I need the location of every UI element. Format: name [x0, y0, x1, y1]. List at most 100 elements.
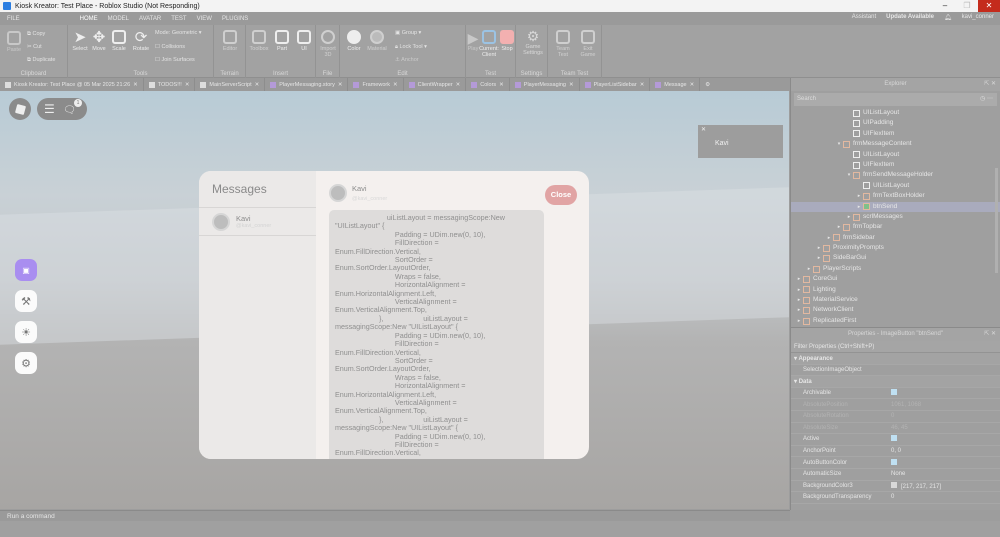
- scale-tool[interactable]: Scale: [110, 30, 128, 52]
- expand-arrow-icon[interactable]: ▸: [855, 191, 863, 201]
- explorer-item[interactable]: ▸ scrlMessages: [791, 212, 1000, 222]
- doc-tab-playermessaging-story[interactable]: PlayerMessaging.story ✕: [265, 78, 349, 91]
- hamburger-menu-icon[interactable]: ☰: [44, 102, 55, 116]
- tab-settings-icon[interactable]: ⚙: [700, 78, 715, 91]
- doc-tab-playermessaging[interactable]: PlayerMessaging ✕: [510, 78, 580, 91]
- stop-button[interactable]: Stop: [499, 30, 515, 52]
- duplicate-button[interactable]: ⧉ Duplicate: [27, 57, 55, 64]
- property-row[interactable]: BackgroundTransparency 0: [791, 492, 1000, 504]
- rotate-tool[interactable]: ⟳ Rotate: [130, 30, 152, 53]
- checkbox[interactable]: [891, 389, 897, 396]
- cut-button[interactable]: ✂ Cut: [27, 44, 42, 50]
- game-settings-button[interactable]: ⚙ Game Settings: [520, 28, 546, 56]
- expand-arrow-icon[interactable]: ▸: [835, 222, 843, 232]
- filter-properties-input[interactable]: Filter Properties (Ctrl+Shift+P): [791, 341, 1000, 353]
- minimize-button[interactable]: –: [934, 0, 956, 12]
- import-3d-button[interactable]: Import 3D: [318, 30, 338, 58]
- explorer-item[interactable]: ▸ frmTextBoxHolder: [791, 191, 1000, 201]
- copy-button[interactable]: ⧉ Copy: [27, 31, 45, 38]
- explorer-item[interactable]: ▸ ReplicatedFirst: [791, 316, 1000, 326]
- team-test-button[interactable]: Team Test: [551, 30, 575, 58]
- select-tool[interactable]: ➤ Select: [71, 30, 89, 53]
- expand-arrow-icon[interactable]: ▸: [795, 274, 803, 284]
- property-category[interactable]: ▾ Appearance: [791, 353, 1000, 365]
- property-row[interactable]: BackgroundColor3 [217, 217, 217]: [791, 481, 1000, 493]
- property-row[interactable]: AbsoluteRotation 0: [791, 411, 1000, 423]
- part-button[interactable]: Part: [272, 30, 292, 52]
- maximize-button[interactable]: ❐: [956, 0, 978, 12]
- expand-arrow-icon[interactable]: ▾: [835, 139, 843, 149]
- expand-arrow-icon[interactable]: ▸: [815, 253, 823, 263]
- doc-tab-place[interactable]: Kiosk Kreator: Test Place @ 05 Mar 2025 …: [0, 78, 144, 91]
- explorer-item[interactable]: UIListLayout: [791, 150, 1000, 160]
- property-row[interactable]: AnchorPoint 0, 0: [791, 446, 1000, 458]
- property-row[interactable]: AutoButtonColor: [791, 457, 1000, 469]
- play-button[interactable]: ▶ Play: [466, 30, 480, 52]
- command-bar-input[interactable]: Run a command: [0, 510, 790, 521]
- property-value[interactable]: 0: [891, 413, 894, 419]
- conversation-item[interactable]: Kavi @kavi_conner: [199, 207, 316, 236]
- tab-model[interactable]: MODEL: [108, 16, 129, 22]
- doc-tab-colors[interactable]: Colors ✕: [466, 78, 510, 91]
- terrain-editor-button[interactable]: Editor: [220, 30, 240, 52]
- checkbox[interactable]: [891, 458, 897, 465]
- color-swatch[interactable]: [891, 481, 897, 488]
- property-row[interactable]: AbsoluteSize 46, 45: [791, 423, 1000, 435]
- property-row[interactable]: Active: [791, 434, 1000, 446]
- join-surfaces-checkbox[interactable]: ☐ Join Surfaces: [155, 57, 195, 63]
- close-panel-icon[interactable]: ⇱ ✕: [984, 328, 996, 341]
- property-value[interactable]: 0: [891, 494, 894, 500]
- explorer-item[interactable]: UIPadding: [791, 118, 1000, 128]
- doc-tab-clientwrapper[interactable]: ClientWrapper ✕: [404, 78, 467, 91]
- explorer-item[interactable]: ▸ Lighting: [791, 285, 1000, 295]
- checkbox[interactable]: [891, 435, 897, 442]
- group-button[interactable]: ▣ Group ▾: [395, 30, 421, 36]
- exit-game-button[interactable]: Exit Game: [576, 30, 600, 58]
- tab-plugins[interactable]: PLUGINS: [222, 16, 248, 22]
- property-value[interactable]: 0, 0: [891, 448, 901, 454]
- close-panel-icon[interactable]: ⇱ ✕: [984, 78, 996, 91]
- property-category[interactable]: ▾ Data: [791, 376, 1000, 388]
- expand-arrow-icon[interactable]: ▸: [825, 233, 833, 243]
- notifications-icon[interactable]: 🔔︎: [944, 14, 952, 21]
- explorer-item[interactable]: ▾ frmSendMessageHolder: [791, 170, 1000, 180]
- property-row[interactable]: Archivable: [791, 388, 1000, 400]
- history-icon[interactable]: ◷ ⋯: [980, 93, 993, 106]
- expand-arrow-icon[interactable]: ▸: [795, 285, 803, 295]
- property-row[interactable]: AutomaticSize None: [791, 469, 1000, 481]
- current-client-button[interactable]: Current: Client: [479, 30, 499, 58]
- game-viewport[interactable]: ☰ 🗨︎ 1 ▣ ⚒ ☀ ⚙ ✕ Kavi Messages Kavi @kavi…: [0, 91, 789, 509]
- hammer-sidebar-button[interactable]: ⚒: [15, 290, 37, 312]
- explorer-item[interactable]: UIListLayout: [791, 181, 1000, 191]
- expand-arrow-icon[interactable]: ▸: [805, 264, 813, 274]
- tab-avatar[interactable]: AVATAR: [139, 16, 161, 22]
- close-window-button[interactable]: ✕: [978, 0, 1000, 12]
- assistant-button[interactable]: Assistant: [852, 14, 876, 21]
- explorer-item[interactable]: ▸ SideBarGui: [791, 253, 1000, 263]
- explorer-item[interactable]: UIFlexItem: [791, 160, 1000, 170]
- lock-tool-button[interactable]: 🔒︎ Lock Tool ▾: [395, 44, 427, 51]
- explorer-item[interactable]: UIFlexItem: [791, 129, 1000, 139]
- move-tool[interactable]: ✥ Move: [90, 30, 108, 53]
- material-button[interactable]: Material: [366, 30, 388, 52]
- property-value[interactable]: None: [891, 471, 905, 477]
- expand-arrow-icon[interactable]: ▸: [815, 243, 823, 253]
- file-menu[interactable]: FILE: [7, 16, 20, 22]
- doc-tab-message[interactable]: Message ✕: [650, 78, 701, 91]
- explorer-item[interactable]: ▾ frmMessageContent: [791, 139, 1000, 149]
- color-button[interactable]: Color: [343, 30, 365, 52]
- property-value[interactable]: [891, 435, 897, 443]
- doc-tab-todos[interactable]: TODOS!!! ✕: [144, 78, 196, 91]
- explorer-item[interactable]: ▸ PlayerScripts: [791, 264, 1000, 274]
- property-row[interactable]: AbsolutePosition 1061, 1068: [791, 399, 1000, 411]
- doc-tab-mainserverscript[interactable]: MainServerScript ✕: [195, 78, 266, 91]
- tab-view[interactable]: VIEW: [197, 16, 212, 22]
- property-value[interactable]: [891, 458, 897, 467]
- collisions-checkbox[interactable]: ☐ Collisions: [155, 44, 185, 50]
- explorer-scrollbar[interactable]: [995, 168, 998, 273]
- doc-tab-playerlistsidebar[interactable]: PlayerListSidebar ✕: [580, 78, 651, 91]
- anchor-button[interactable]: ⚓︎ Anchor: [395, 57, 419, 63]
- settings-sidebar-button[interactable]: ⚙: [15, 352, 37, 374]
- explorer-item[interactable]: ▸ btnSend: [791, 201, 1000, 212]
- tab-home[interactable]: HOME: [80, 16, 98, 22]
